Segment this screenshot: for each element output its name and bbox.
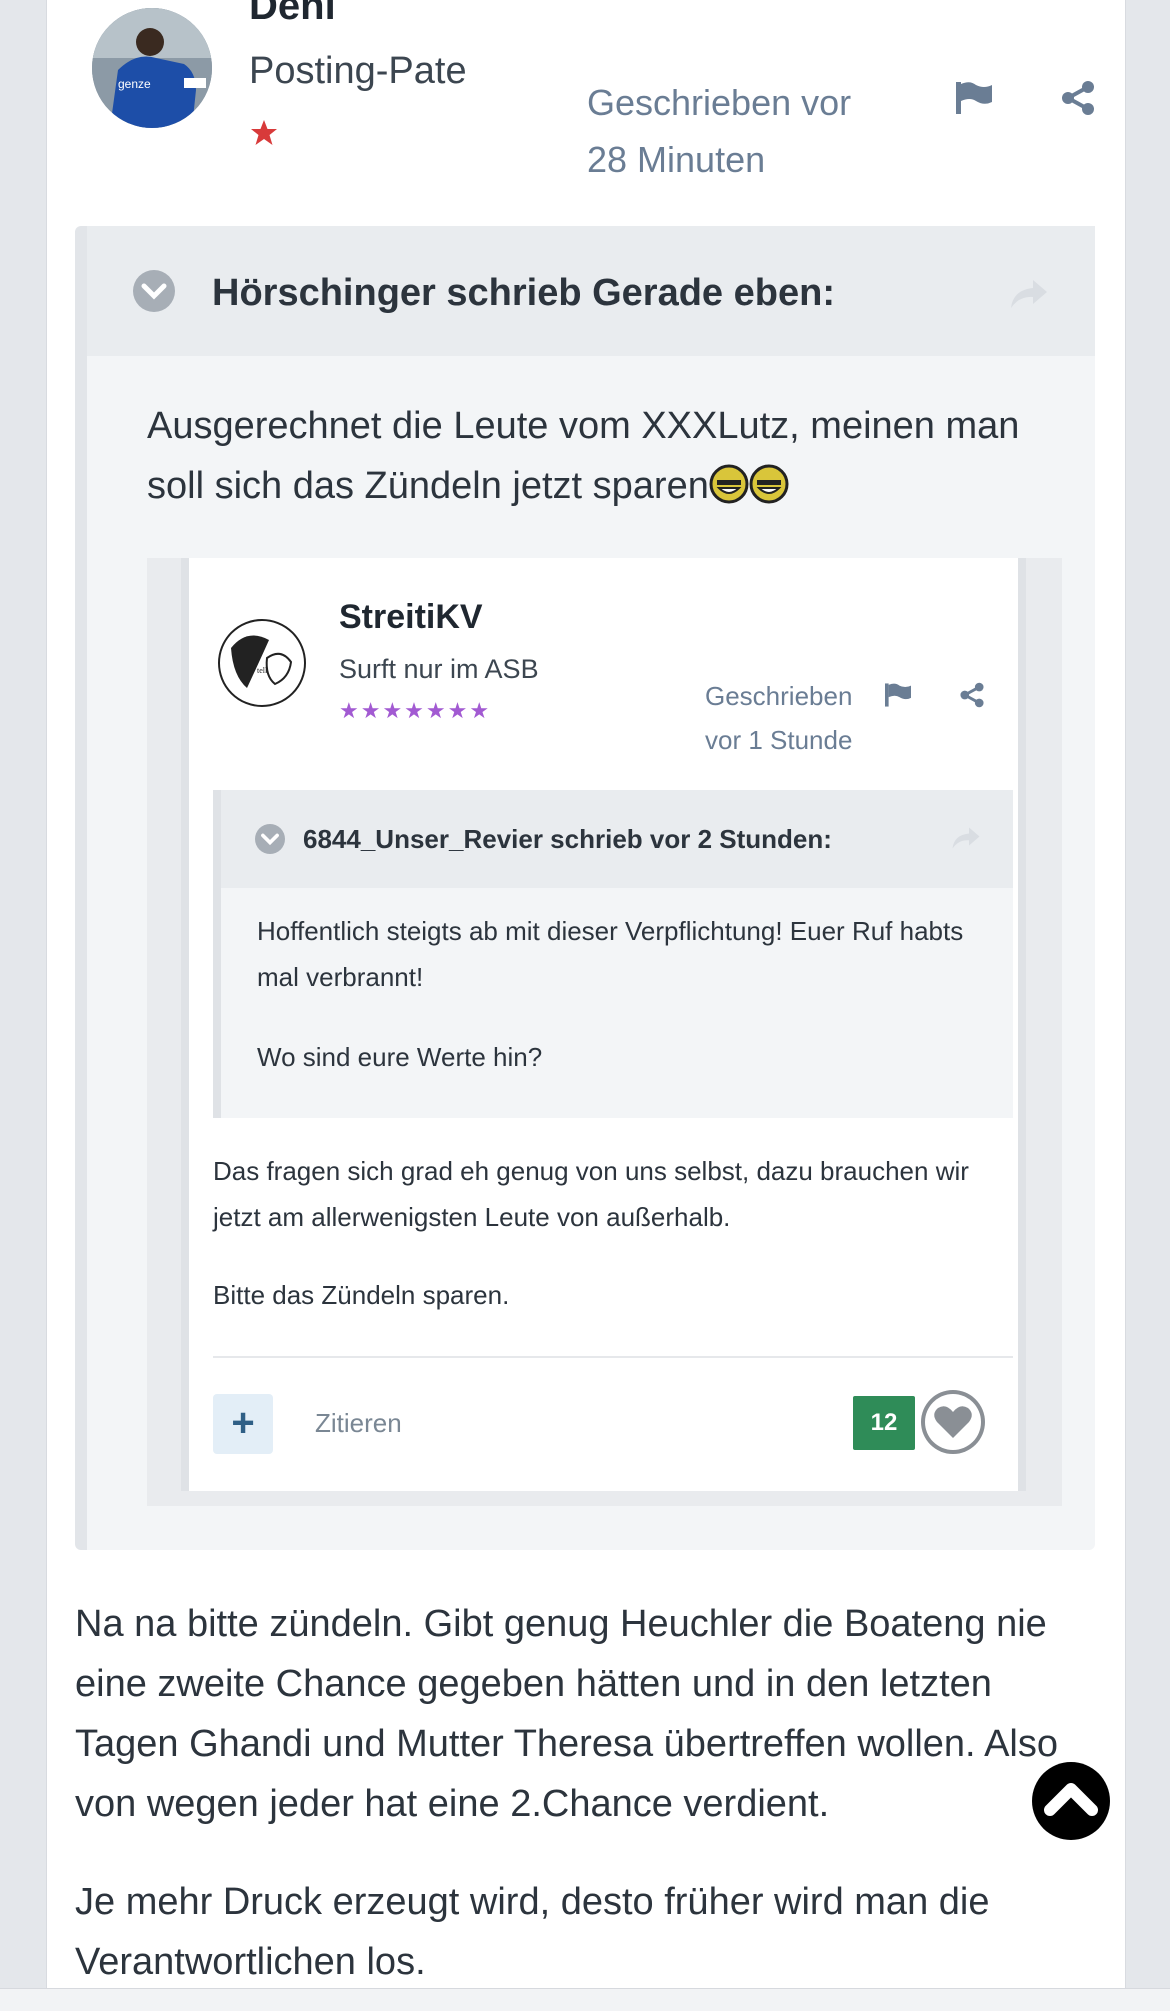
rank-star-icon <box>249 118 279 148</box>
add-button: + <box>213 1394 273 1454</box>
embedded-body-text: Bitte das Zündeln sparen. <box>213 1280 510 1310</box>
embedded-post: tell StreitiKV Surft nur im ASB ★★★★★★★ … <box>181 558 1026 1491</box>
quote-text: Ausgerechnet die Leute vom XXXLutz, mein… <box>147 405 1020 507</box>
quote-header: Hörschinger schrieb Gerade eben: <box>87 226 1095 356</box>
embedded-rank: Surft nur im ASB <box>339 654 539 684</box>
reply-arrow-icon[interactable] <box>1009 278 1049 315</box>
embedded-quote-header: 6844_Unser_Revier schrieb vor 2 Stunden: <box>221 790 1013 888</box>
divider <box>213 1356 1013 1358</box>
emoji-grin-icon <box>749 462 789 504</box>
post-paragraph: Je mehr Druck erzeugt wird, desto früher… <box>75 1881 990 1983</box>
chevron-down-icon[interactable] <box>133 270 175 312</box>
svg-text:genze: genze <box>118 77 151 91</box>
bottom-bar <box>0 1988 1170 2011</box>
share-icon <box>959 682 985 713</box>
svg-text:tell: tell <box>257 666 268 675</box>
embedded-quote-title: 6844_Unser_Revier schrieb vor 2 Stunden: <box>303 824 832 854</box>
embedded-avatar: tell <box>217 618 307 708</box>
embedded-author: StreitiKV <box>339 598 483 636</box>
cite-button: Zitieren <box>315 1408 402 1438</box>
embedded-quote-text: Hoffentlich steigts ab mit dieser Verpfl… <box>257 916 964 992</box>
flag-icon <box>883 682 913 713</box>
scroll-to-top-button[interactable] <box>1032 1762 1110 1840</box>
reply-arrow-icon <box>951 826 981 855</box>
embedded-timestamp: Geschrieben vor 1 Stunde <box>705 681 853 755</box>
author-name[interactable]: Deni <box>249 0 336 29</box>
chevron-down-icon <box>255 824 285 854</box>
share-icon[interactable] <box>1060 80 1096 121</box>
embedded-quote: 6844_Unser_Revier schrieb vor 2 Stunden:… <box>213 790 1013 1118</box>
post-paragraph: Na na bitte zündeln. Gibt genug Heuchler… <box>75 1603 1058 1825</box>
author-rank: Posting-Pate <box>249 50 467 92</box>
avatar[interactable]: genze <box>92 8 212 128</box>
quote-title[interactable]: Hörschinger schrieb Gerade eben: <box>212 272 835 315</box>
embedded-quote-text: Wo sind eure Werte hin? <box>257 1042 543 1072</box>
embedded-body-text: Das fragen sich grad eh genug von uns se… <box>213 1156 969 1232</box>
chevron-up-icon <box>1044 1783 1098 1816</box>
post-timestamp[interactable]: Geschrieben vor 28 Minuten <box>587 74 907 188</box>
embedded-stars: ★★★★★★★ <box>339 698 492 723</box>
quote-block: Hörschinger schrieb Gerade eben: Ausgere… <box>75 226 1095 1550</box>
reaction-count-badge: 12 <box>853 1396 915 1450</box>
heart-icon <box>921 1390 985 1454</box>
flag-icon[interactable] <box>954 80 994 121</box>
emoji-grin-icon <box>709 462 749 504</box>
embedded-screenshot: tell StreitiKV Surft nur im ASB ★★★★★★★ … <box>147 558 1062 1506</box>
